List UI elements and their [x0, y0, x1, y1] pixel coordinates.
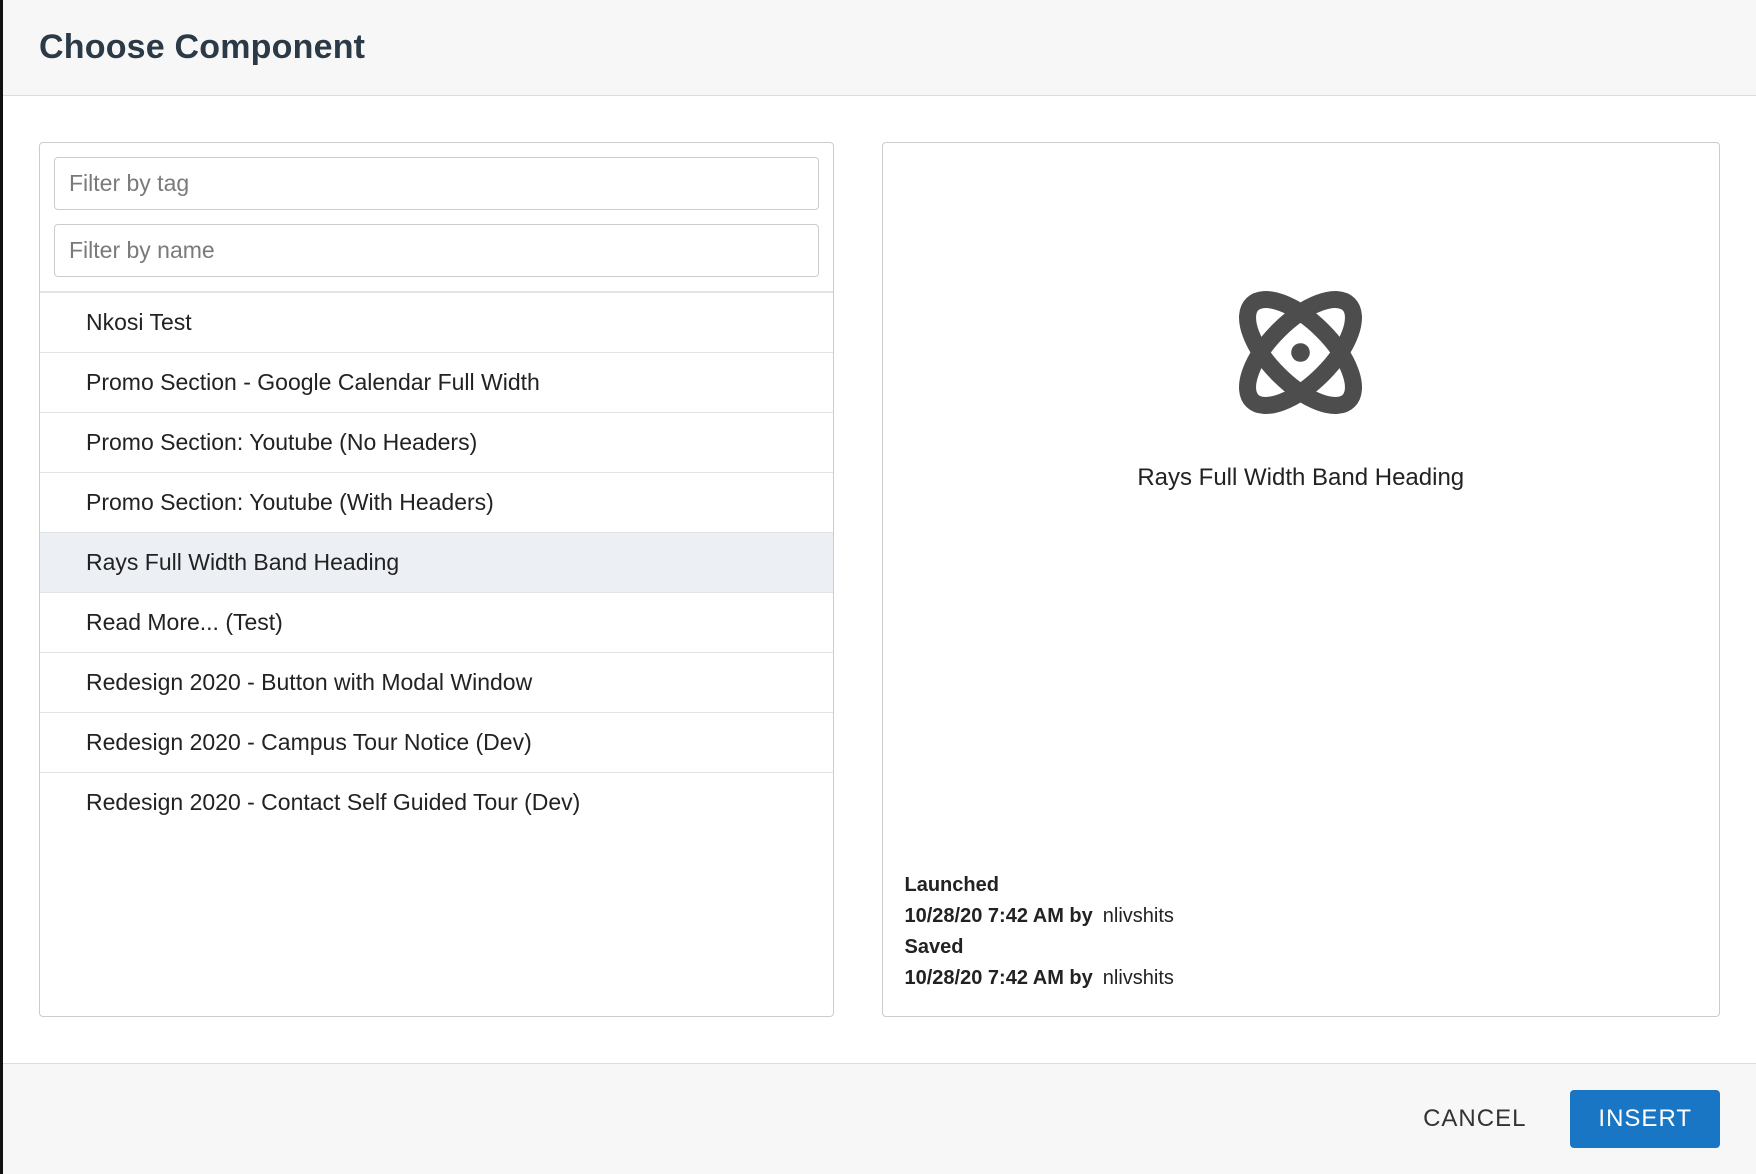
- list-item[interactable]: Rays Full Width Band Heading: [40, 532, 833, 592]
- list-item[interactable]: Read More... (Test): [40, 592, 833, 652]
- component-preview-panel: Rays Full Width Band Heading Launched 10…: [882, 142, 1721, 1017]
- saved-timestamp: 10/28/20 7:42 AM by: [905, 963, 1093, 994]
- insert-button[interactable]: INSERT: [1570, 1090, 1720, 1148]
- list-item[interactable]: Promo Section: Youtube (With Headers): [40, 472, 833, 532]
- cancel-button[interactable]: CANCEL: [1415, 1093, 1534, 1145]
- component-list-panel: Nkosi TestPromo Section - Google Calenda…: [39, 142, 834, 1017]
- list-item[interactable]: Promo Section - Google Calendar Full Wid…: [40, 352, 833, 412]
- list-item[interactable]: Promo Section: Youtube (No Headers): [40, 412, 833, 472]
- component-atom-icon: [1223, 275, 1378, 430]
- list-item[interactable]: Redesign 2020 - Contact Self Guided Tour…: [40, 772, 833, 832]
- modal-body: Nkosi TestPromo Section - Google Calenda…: [3, 96, 1756, 1063]
- choose-component-modal: Choose Component Nkosi TestPromo Section…: [0, 0, 1756, 1174]
- list-item[interactable]: Redesign 2020 - Campus Tour Notice (Dev): [40, 712, 833, 772]
- filter-by-tag-input[interactable]: [54, 157, 819, 210]
- preview-component-title: Rays Full Width Band Heading: [1137, 464, 1464, 492]
- preview-area: Rays Full Width Band Heading: [905, 165, 1698, 870]
- modal-header: Choose Component: [3, 0, 1756, 96]
- launched-user: nlivshits: [1103, 901, 1174, 932]
- launched-timestamp: 10/28/20 7:42 AM by: [905, 901, 1093, 932]
- preview-metadata: Launched 10/28/20 7:42 AM by nlivshits S…: [905, 870, 1698, 994]
- modal-title: Choose Component: [39, 28, 1720, 67]
- component-list[interactable]: Nkosi TestPromo Section - Google Calenda…: [40, 292, 833, 1016]
- filter-bar: [40, 143, 833, 292]
- launched-label: Launched: [905, 870, 1698, 901]
- modal-footer: CANCEL INSERT: [3, 1063, 1756, 1174]
- list-item[interactable]: Redesign 2020 - Button with Modal Window: [40, 652, 833, 712]
- saved-user: nlivshits: [1103, 963, 1174, 994]
- filter-by-name-input[interactable]: [54, 224, 819, 277]
- list-item[interactable]: Nkosi Test: [40, 293, 833, 352]
- saved-label: Saved: [905, 932, 1698, 963]
